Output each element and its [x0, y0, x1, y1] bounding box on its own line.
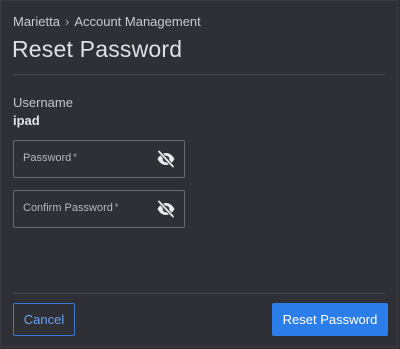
eye-slash-icon-svg [157, 199, 175, 219]
password-placeholder: Password * [23, 152, 77, 164]
password-field[interactable]: Password * [13, 140, 185, 178]
page-title: Reset Password [12, 36, 183, 62]
breadcrumb-parent[interactable]: Marietta [13, 14, 60, 29]
confirm-password-placeholder: Confirm Password * [23, 202, 119, 214]
eye-slash-icon[interactable] [156, 149, 176, 169]
eye-slash-icon-svg [157, 149, 175, 169]
confirm-password-field[interactable]: Confirm Password * [13, 190, 185, 228]
confirm-password-required-mark: * [114, 202, 119, 212]
reset-password-dialog: Marietta › Account Management Reset Passwo… [0, 0, 398, 347]
username-value: ipad [13, 113, 40, 128]
breadcrumb-separator: › [64, 14, 70, 29]
reset-password-button[interactable]: Reset Password [272, 303, 388, 336]
breadcrumb-current: Account Management [74, 14, 201, 29]
eye-slash-icon[interactable] [156, 199, 176, 219]
password-required-mark: * [73, 152, 77, 162]
cancel-button[interactable]: Cancel [13, 303, 75, 336]
username-label: Username [13, 95, 73, 110]
footer-divider [13, 293, 385, 294]
header-divider [13, 74, 385, 75]
breadcrumb: Marietta › Account Management [13, 14, 201, 29]
